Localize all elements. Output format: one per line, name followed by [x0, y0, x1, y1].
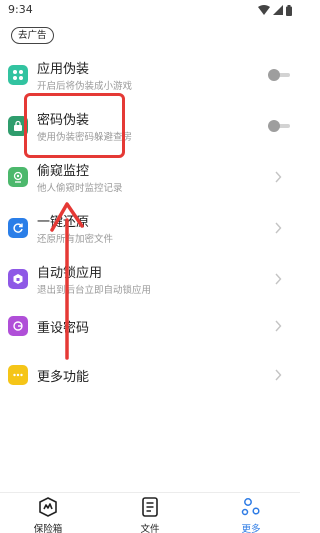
- toggle-switch[interactable]: [268, 69, 290, 81]
- tab-vault-label: 保险箱: [33, 524, 63, 533]
- annotation-arrow: [50, 202, 84, 360]
- eye-camera-icon: [8, 167, 28, 187]
- wifi-icon: [258, 5, 270, 15]
- tab-more[interactable]: 更多: [221, 497, 281, 533]
- signal-icon: [273, 5, 283, 15]
- highlight-box: [24, 93, 125, 158]
- battery-icon: [286, 4, 292, 16]
- status-bar: 9:34: [0, 0, 300, 20]
- menu-item-title: 更多功能: [37, 370, 90, 385]
- bottom-tab-bar: 保险箱 文件 更多: [0, 492, 300, 533]
- restore-icon: [8, 218, 28, 238]
- chevron-right-icon: [275, 171, 282, 183]
- menu-item-title: 偷窥监控: [37, 164, 90, 179]
- remove-ads-button[interactable]: 去广告: [11, 27, 54, 44]
- tab-files[interactable]: 文件: [120, 497, 180, 533]
- tab-vault[interactable]: 保险箱: [18, 497, 78, 533]
- chevron-right-icon: [275, 320, 282, 332]
- file-icon: [142, 497, 158, 517]
- auto-lock-icon: [8, 269, 28, 289]
- chevron-right-icon: [275, 222, 282, 234]
- grid-icon: [8, 65, 28, 85]
- chevron-right-icon: [275, 273, 282, 285]
- status-time: 9:34: [8, 3, 33, 16]
- more-dots-icon: [8, 365, 28, 385]
- system-icons: [258, 4, 292, 16]
- chevron-right-icon: [275, 369, 282, 381]
- tab-files-label: 文件: [140, 524, 160, 533]
- reset-password-icon: [8, 316, 28, 336]
- toggle-switch[interactable]: [268, 120, 290, 132]
- vault-icon: [39, 497, 57, 517]
- more-icon: [241, 498, 260, 516]
- menu-item-subtitle: 开启后将伪装成小游戏: [37, 81, 133, 92]
- tab-more-label: 更多: [241, 524, 261, 533]
- menu-item-title: 应用伪装: [37, 62, 90, 77]
